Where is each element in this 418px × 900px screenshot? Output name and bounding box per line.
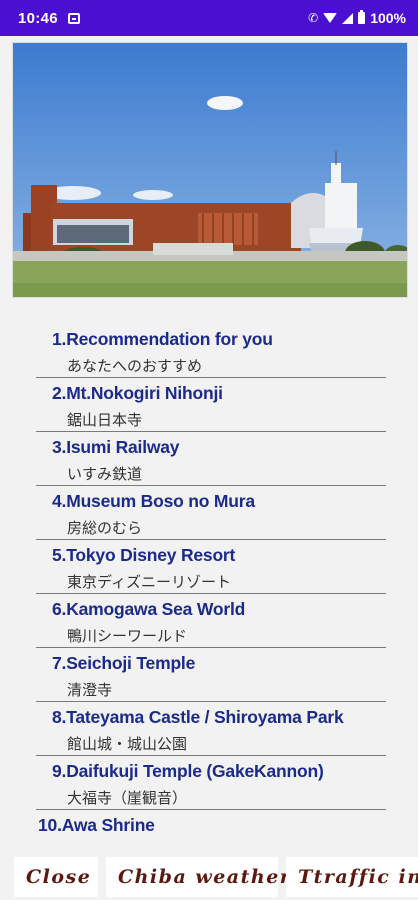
item-subtitle: 清澄寺: [67, 681, 113, 699]
item-subtitle: 東京ディズニーリゾート: [67, 573, 231, 591]
item-title: 7.Seichoji Temple: [52, 653, 196, 673]
notification-icon: [67, 12, 80, 24]
item-title: 9.Daifukuji Temple (GakeKannon): [52, 761, 324, 781]
list-item-tateyama-castle[interactable]: 8.Tateyama Castle / Shiroyama Park 館山城・城…: [36, 702, 386, 756]
item-title: 5.Tokyo Disney Resort: [52, 545, 236, 565]
list-item-isumi-railway[interactable]: 3.Isumi Railway いすみ鉄道: [36, 432, 386, 486]
item-title: 2.Mt.Nokogiri Nihonji: [52, 383, 223, 403]
item-subtitle: あなたへのおすすめ: [67, 357, 203, 375]
battery-icon: [358, 10, 366, 24]
item-subtitle: 大福寺（崖観音）: [67, 789, 188, 807]
item-subtitle: 鋸山日本寺: [67, 411, 143, 429]
status-bar: 10:46 ✆ 100%: [0, 0, 418, 36]
item-title: 6.Kamogawa Sea World: [52, 599, 246, 619]
traffic-info-button[interactable]: Ttraffic info: [286, 857, 418, 897]
list-item-daifukuji[interactable]: 9.Daifukuji Temple (GakeKannon) 大福寺（崖観音）: [36, 756, 386, 810]
museum-photo-icon: [13, 43, 407, 297]
item-title: 3.Isumi Railway: [52, 437, 180, 457]
chiba-weather-button[interactable]: Chiba weather: [106, 857, 290, 897]
list-item-seichoji[interactable]: 7.Seichoji Temple 清澄寺: [36, 648, 386, 702]
list-item-boso-no-mura[interactable]: 4.Museum Boso no Mura 房総のむら: [36, 486, 386, 540]
list-item-tokyo-disney[interactable]: 5.Tokyo Disney Resort 東京ディズニーリゾート: [36, 540, 386, 594]
item-title: 1.Recommendation for you: [52, 329, 273, 349]
attraction-list: 1.Recommendation for you あなたへのおすすめ 2.Mt.…: [0, 302, 418, 852]
hero-photo: [12, 42, 408, 298]
battery-percent: 100%: [370, 10, 406, 26]
list-item-kamogawa[interactable]: 6.Kamogawa Sea World 鴨川シーワールド: [36, 594, 386, 648]
item-subtitle: 鴨川シーワールド: [67, 627, 188, 645]
list-item-nokogiri[interactable]: 2.Mt.Nokogiri Nihonji 鋸山日本寺: [36, 378, 386, 432]
item-title: 8.Tateyama Castle / Shiroyama Park: [52, 707, 344, 727]
signal-icon: [342, 12, 354, 24]
item-title: 4.Museum Boso no Mura: [52, 491, 255, 511]
wifi-calling-icon: ✆: [308, 11, 319, 25]
bottom-button-bar: Close Chiba weather Ttraffic info: [0, 852, 418, 900]
list-item-recommendation[interactable]: 1.Recommendation for you あなたへのおすすめ: [36, 324, 386, 378]
item-subtitle: 館山城・城山公園: [67, 735, 188, 753]
status-time: 10:46: [18, 9, 58, 27]
item-subtitle: 房総のむら: [67, 519, 143, 537]
status-right: ✆ 100%: [308, 10, 406, 26]
item-title: 10.Awa Shrine: [38, 815, 155, 835]
wifi-icon: [323, 13, 338, 23]
item-subtitle: いすみ鉄道: [67, 465, 143, 483]
close-button[interactable]: Close: [14, 857, 98, 897]
